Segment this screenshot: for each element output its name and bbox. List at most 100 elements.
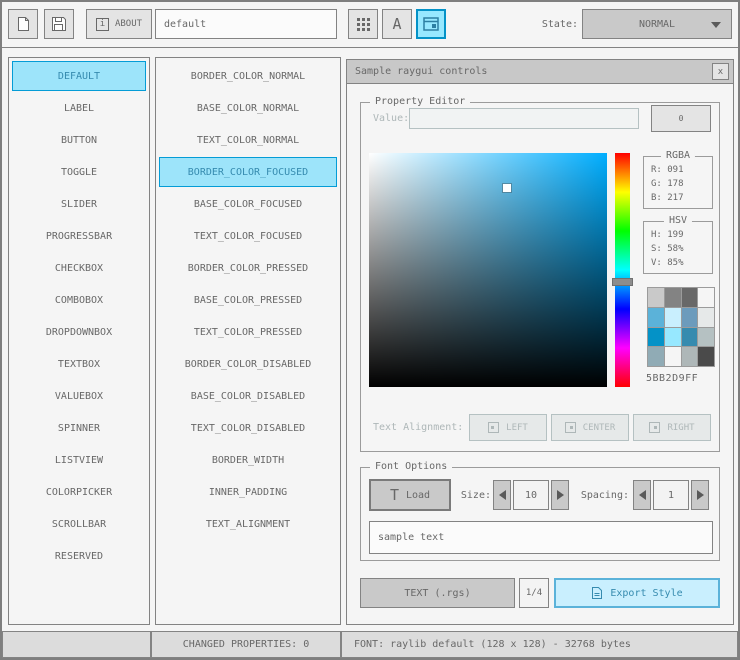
style-palette-swatch[interactable] bbox=[664, 347, 681, 366]
controls-list-item[interactable]: COLORPICKER bbox=[12, 477, 146, 507]
style-palette-swatch[interactable] bbox=[648, 288, 664, 307]
style-palette-swatch[interactable] bbox=[698, 327, 714, 347]
style-color-palette bbox=[647, 287, 715, 367]
font-spacing-value[interactable]: 1 bbox=[653, 480, 689, 510]
font-spacing-decrease-button[interactable] bbox=[633, 480, 651, 510]
align-center-button[interactable]: CENTER bbox=[551, 414, 629, 441]
align-left-icon bbox=[488, 422, 500, 433]
arrow-left-icon bbox=[498, 490, 506, 500]
sample-controls-window: Sample raygui controls x Property Editor… bbox=[346, 59, 734, 625]
text-file-icon: T bbox=[389, 486, 399, 504]
properties-list-item[interactable]: BASE_COLOR_PRESSED bbox=[159, 285, 337, 315]
close-button[interactable]: x bbox=[712, 63, 729, 80]
hsv-group: HSV H: 199 S: 58% V: 85% bbox=[643, 215, 713, 274]
load-font-button[interactable]: T Load bbox=[369, 479, 451, 511]
controls-panel-icon bbox=[423, 17, 439, 31]
controls-list-item[interactable]: LISTVIEW bbox=[12, 445, 146, 475]
arrow-right-icon bbox=[556, 490, 564, 500]
save-style-button[interactable] bbox=[44, 9, 74, 39]
rgba-r-value: R: 091 bbox=[651, 165, 684, 175]
style-palette-swatch[interactable] bbox=[681, 347, 698, 366]
hue-bar[interactable] bbox=[612, 153, 633, 387]
properties-list-item[interactable]: TEXT_COLOR_DISABLED bbox=[159, 413, 337, 443]
new-file-icon bbox=[17, 17, 29, 31]
style-palette-swatch[interactable] bbox=[681, 307, 698, 327]
properties-list-item[interactable]: INNER_PADDING bbox=[159, 477, 337, 507]
controls-list-item[interactable]: DROPDOWNBOX bbox=[12, 317, 146, 347]
color-saturation-panel[interactable] bbox=[369, 153, 607, 387]
font-spacing-label: Spacing: bbox=[580, 489, 629, 501]
properties-list-item[interactable]: TEXT_COLOR_NORMAL bbox=[159, 125, 337, 155]
export-format-button[interactable]: TEXT (.rgs) bbox=[360, 578, 515, 608]
style-palette-swatch[interactable] bbox=[664, 288, 681, 307]
properties-list-item[interactable]: BORDER_WIDTH bbox=[159, 445, 337, 475]
sample-text-input[interactable] bbox=[369, 521, 713, 554]
hsv-v-value: V: 85% bbox=[651, 258, 684, 268]
statusbar-font-info: FONT: raylib default (128 x 128) - 32768… bbox=[341, 631, 738, 658]
properties-list-item[interactable]: BORDER_COLOR_DISABLED bbox=[159, 349, 337, 379]
font-icon: A bbox=[392, 15, 402, 33]
properties-list-item[interactable]: BORDER_COLOR_PRESSED bbox=[159, 253, 337, 283]
controls-list-item[interactable]: COMBOBOX bbox=[12, 285, 146, 315]
font-spacing-increase-button[interactable] bbox=[691, 480, 709, 510]
load-font-label: Load bbox=[405, 489, 431, 501]
properties-list-item[interactable]: BORDER_COLOR_NORMAL bbox=[159, 61, 337, 91]
controls-list-item[interactable]: LABEL bbox=[12, 93, 146, 123]
style-table-button[interactable] bbox=[348, 9, 378, 39]
style-palette-swatch[interactable] bbox=[681, 327, 698, 347]
controls-list-item[interactable]: SPINNER bbox=[12, 413, 146, 443]
style-palette-swatch[interactable] bbox=[664, 307, 681, 327]
new-style-button[interactable] bbox=[8, 9, 38, 39]
value-button[interactable]: 0 bbox=[651, 105, 711, 132]
controls-list-item[interactable]: TOGGLE bbox=[12, 157, 146, 187]
controls-panel-button[interactable] bbox=[416, 9, 446, 39]
style-palette-swatch[interactable] bbox=[698, 288, 714, 307]
font-size-increase-button[interactable] bbox=[551, 480, 569, 510]
value-input[interactable] bbox=[409, 108, 639, 129]
align-center-label: CENTER bbox=[582, 422, 616, 433]
hue-slider[interactable] bbox=[612, 278, 633, 287]
window-title: Sample raygui controls bbox=[355, 66, 488, 77]
properties-list-item[interactable]: TEXT_COLOR_PRESSED bbox=[159, 317, 337, 347]
value-label: Value: bbox=[373, 112, 410, 124]
colorpicker-cursor[interactable] bbox=[503, 184, 512, 193]
hex-color-value: 5BB2D9FF bbox=[646, 373, 699, 384]
align-right-icon bbox=[649, 422, 661, 433]
font-settings-button[interactable]: A bbox=[382, 9, 412, 39]
align-right-button[interactable]: RIGHT bbox=[633, 414, 711, 441]
controls-list-item[interactable]: PROGRESSBAR bbox=[12, 221, 146, 251]
properties-list-item[interactable]: BASE_COLOR_NORMAL bbox=[159, 93, 337, 123]
align-left-button[interactable]: LEFT bbox=[469, 414, 547, 441]
style-name-input[interactable] bbox=[155, 9, 337, 39]
controls-list-item[interactable]: CHECKBOX bbox=[12, 253, 146, 283]
controls-list-item[interactable]: RESERVED bbox=[12, 541, 146, 571]
controls-list-item[interactable]: TEXTBOX bbox=[12, 349, 146, 379]
properties-list-item[interactable]: BASE_COLOR_FOCUSED bbox=[159, 189, 337, 219]
controls-list-item[interactable]: VALUEBOX bbox=[12, 381, 146, 411]
controls-list-item[interactable]: SLIDER bbox=[12, 189, 146, 219]
style-palette-swatch[interactable] bbox=[648, 347, 664, 366]
font-size-decrease-button[interactable] bbox=[493, 480, 511, 510]
font-size-value[interactable]: 10 bbox=[513, 480, 549, 510]
style-palette-swatch[interactable] bbox=[698, 307, 714, 327]
style-palette-swatch[interactable] bbox=[648, 327, 664, 347]
state-dropdown[interactable]: NORMAL bbox=[582, 9, 732, 39]
window-titlebar[interactable]: Sample raygui controls x bbox=[347, 60, 733, 84]
properties-list-item[interactable]: BASE_COLOR_DISABLED bbox=[159, 381, 337, 411]
properties-list-item[interactable]: BORDER_COLOR_FOCUSED bbox=[159, 157, 337, 187]
properties-list-item[interactable]: TEXT_COLOR_FOCUSED bbox=[159, 221, 337, 251]
style-palette-swatch[interactable] bbox=[698, 347, 714, 366]
properties-list: BORDER_COLOR_NORMAL BASE_COLOR_NORMAL TEXT… bbox=[155, 57, 341, 625]
style-palette-swatch[interactable] bbox=[664, 327, 681, 347]
close-icon: x bbox=[717, 66, 724, 77]
controls-list-item[interactable]: BUTTON bbox=[12, 125, 146, 155]
controls-list-item[interactable]: DEFAULT bbox=[12, 61, 146, 91]
about-button[interactable]: i ABOUT bbox=[86, 9, 152, 39]
controls-list-item[interactable]: SCROLLBAR bbox=[12, 509, 146, 539]
properties-list-item[interactable]: TEXT_ALIGNMENT bbox=[159, 509, 337, 539]
align-left-label: LEFT bbox=[506, 422, 528, 433]
export-style-button[interactable]: Export Style bbox=[554, 578, 720, 608]
style-palette-swatch[interactable] bbox=[681, 288, 698, 307]
style-palette-swatch[interactable] bbox=[648, 307, 664, 327]
hsv-h-value: H: 199 bbox=[651, 230, 684, 240]
